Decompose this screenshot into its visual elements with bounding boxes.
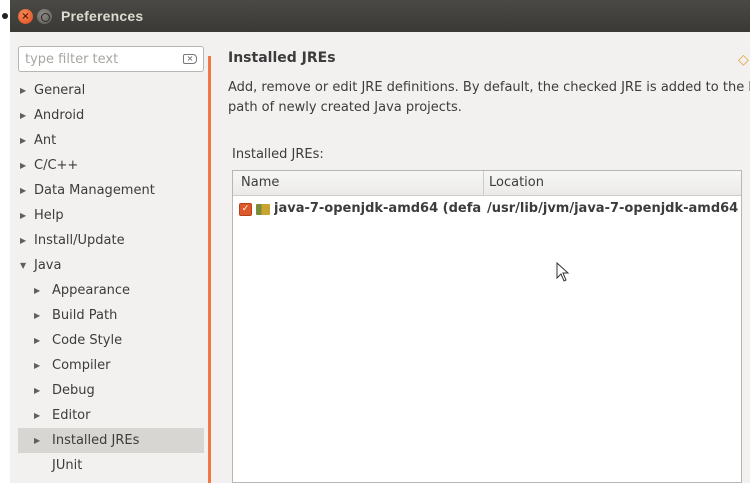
jre-location-cell: /usr/lib/jvm/java-7-openjdk-amd64 [487,201,739,216]
tree-item-label: Java [34,258,62,273]
description-line-1: Add, remove or edit JRE definitions. By … [228,80,750,95]
preferences-window: × Preferences type filter text × ▶ Genera… [10,0,750,483]
tree-item-ant[interactable]: ▶ Ant [18,128,204,153]
list-bullet [2,13,8,19]
expand-arrow-icon[interactable]: ▶ [20,128,26,153]
tree-item-help[interactable]: ▶ Help [18,203,204,228]
mouse-pointer-icon [556,262,570,282]
column-header-location[interactable]: Location [489,175,544,190]
expand-arrow-icon[interactable]: ▶ [34,328,40,353]
close-icon[interactable]: × [18,9,33,24]
tree-item-label: Appearance [52,283,131,298]
jre-icon [256,204,270,215]
tree-item-general[interactable]: ▶ General [18,78,204,103]
tree-item-editor[interactable]: ▶ Editor [18,403,204,428]
expand-arrow-icon[interactable]: ▶ [34,353,40,378]
tree-item-build-path[interactable]: ▶ Build Path [18,303,204,328]
expand-arrow-icon[interactable]: ▶ [20,178,26,203]
jre-table[interactable]: Name Location ✓ java-7-openjdk-amd64 (de… [232,170,742,483]
minimize-icon[interactable] [37,9,52,24]
clear-filter-icon[interactable]: × [183,54,197,64]
expand-arrow-icon[interactable]: ▶ [34,278,40,303]
tree-item-label: Android [34,108,85,123]
expand-arrow-icon[interactable]: ▶ [20,103,26,128]
tree-item-label: Debug [52,383,95,398]
tree-item-junit[interactable]: JUnit [18,453,204,478]
tree-item-label: Installed JREs [52,433,140,448]
tree-item-label: JUnit [52,458,83,473]
expand-arrow-icon[interactable]: ▶ [34,303,40,328]
expand-arrow-icon[interactable]: ▶ [20,78,26,103]
tree-item-c-c-[interactable]: ▶ C/C++ [18,153,204,178]
preferences-tree: ▶ General ▶ Android ▶ Ant ▶ C/C++ ▶ Data Manageme… [18,78,204,478]
window-title: Preferences [61,8,144,24]
tree-item-label: Code Style [52,333,123,348]
tree-item-label: Build Path [52,308,118,323]
tree-item-label: General [34,83,86,98]
tree-item-label: Help [34,208,64,223]
tree-item-installed-jres[interactable]: ▶ Installed JREs [18,428,204,453]
expand-arrow-icon[interactable]: ▶ [20,153,26,178]
tree-item-install-update[interactable]: ▶ Install/Update [18,228,204,253]
default-jre-checkbox[interactable]: ✓ [239,203,252,216]
collapse-arrow-icon[interactable]: ▼ [20,253,26,278]
column-separator[interactable] [483,171,484,196]
filter-placeholder: type filter text [25,52,119,67]
description-line-2: path of newly created Java projects. [228,100,462,115]
page-description: Add, remove or edit JRE definitions. By … [228,78,750,118]
tree-item-java[interactable]: ▼ Java [18,253,204,278]
nav-diamond-icon[interactable]: ◇ [738,52,749,68]
sash-divider[interactable] [208,56,211,483]
tree-item-label: Editor [52,408,91,423]
table-row[interactable]: ✓ java-7-openjdk-amd64 (default) /usr/li… [233,197,741,222]
tree-item-label: Install/Update [34,233,125,248]
page-title: Installed JREs [228,50,336,66]
column-header-name[interactable]: Name [241,175,279,190]
tree-item-label: Compiler [52,358,111,373]
expand-arrow-icon[interactable]: ▶ [34,403,40,428]
tree-item-label: Ant [34,133,57,148]
filter-input[interactable]: type filter text × [18,46,204,72]
title-bar: × Preferences [10,0,750,32]
tree-item-code-style[interactable]: ▶ Code Style [18,328,204,353]
expand-arrow-icon[interactable]: ▶ [20,203,26,228]
tree-item-data-management[interactable]: ▶ Data Management [18,178,204,203]
tree-item-label: C/C++ [34,158,79,173]
jre-name-cell: java-7-openjdk-amd64 (default) [274,201,482,216]
installed-jres-label: Installed JREs: [232,147,324,162]
expand-arrow-icon[interactable]: ▶ [34,428,40,453]
tree-item-appearance[interactable]: ▶ Appearance [18,278,204,303]
tree-item-android[interactable]: ▶ Android [18,103,204,128]
expand-arrow-icon[interactable]: ▶ [20,228,26,253]
expand-arrow-icon[interactable]: ▶ [34,378,40,403]
tree-item-label: Data Management [34,183,155,198]
tree-item-debug[interactable]: ▶ Debug [18,378,204,403]
tree-item-compiler[interactable]: ▶ Compiler [18,353,204,378]
table-header: Name Location [233,171,741,196]
